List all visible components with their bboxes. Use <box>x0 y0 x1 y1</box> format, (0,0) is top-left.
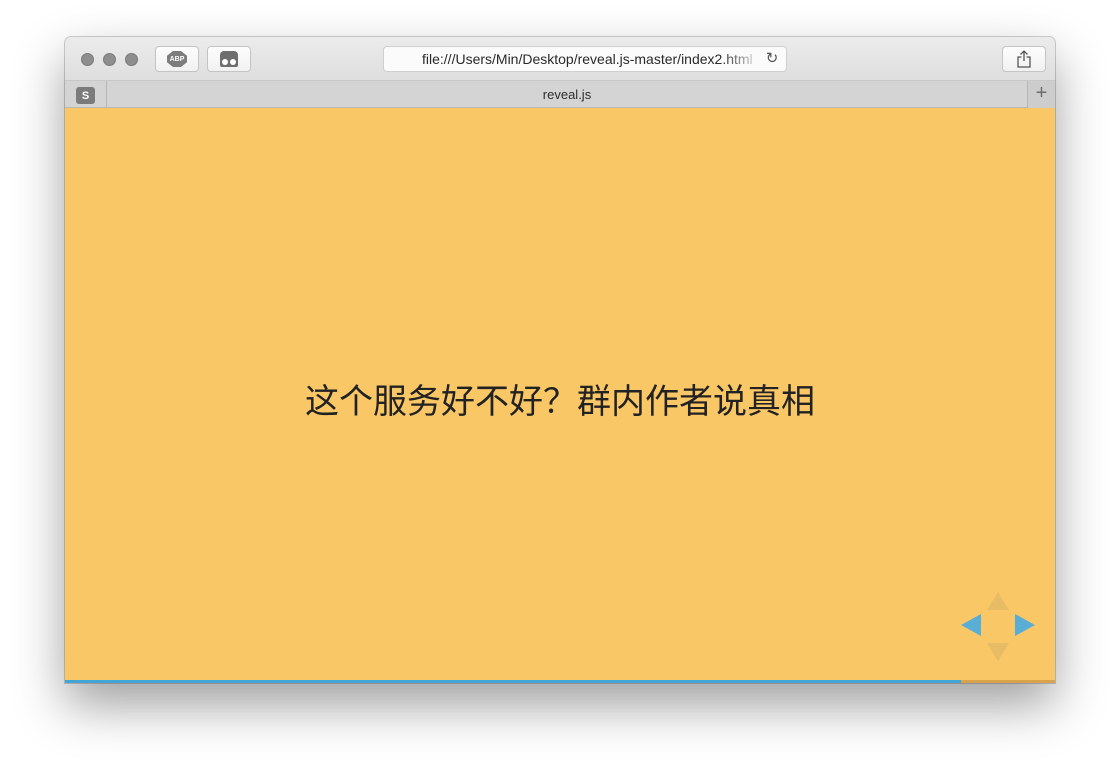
share-button[interactable] <box>1002 46 1046 72</box>
ghostery-icon <box>220 51 238 67</box>
navigate-up-icon <box>987 592 1009 610</box>
close-window-button[interactable] <box>81 53 94 66</box>
slide-heading: 这个服务好不好？群内作者说真相 <box>305 382 815 422</box>
pinned-tab-favicon[interactable]: S <box>76 87 95 104</box>
active-tab-title[interactable]: reveal.js <box>107 81 1027 108</box>
adblock-button[interactable]: ABP <box>155 46 199 72</box>
progress-bar <box>65 680 961 683</box>
browser-toolbar: ABP file:///Users/Min/Desktop/reveal.js-… <box>65 37 1055 81</box>
share-icon <box>1017 50 1031 68</box>
navigate-right-icon[interactable] <box>1015 614 1035 636</box>
url-text: file:///Users/Min/Desktop/reveal.js-mast… <box>422 51 753 67</box>
minimize-window-button[interactable] <box>103 53 116 66</box>
navigate-left-icon[interactable] <box>961 614 981 636</box>
browser-window: ABP file:///Users/Min/Desktop/reveal.js-… <box>65 37 1055 683</box>
reload-icon[interactable]: ↻ <box>764 51 780 67</box>
zoom-window-button[interactable] <box>125 53 138 66</box>
adblock-icon: ABP <box>167 51 187 67</box>
reveal-slide: 这个服务好不好？群内作者说真相 <box>65 108 1055 683</box>
address-bar[interactable]: file:///Users/Min/Desktop/reveal.js-mast… <box>383 46 787 72</box>
extension-button[interactable] <box>207 46 251 72</box>
new-tab-button[interactable]: + <box>1027 81 1055 108</box>
navigate-down-icon <box>987 643 1009 661</box>
tab-bar: S reveal.js + <box>65 81 1055 108</box>
